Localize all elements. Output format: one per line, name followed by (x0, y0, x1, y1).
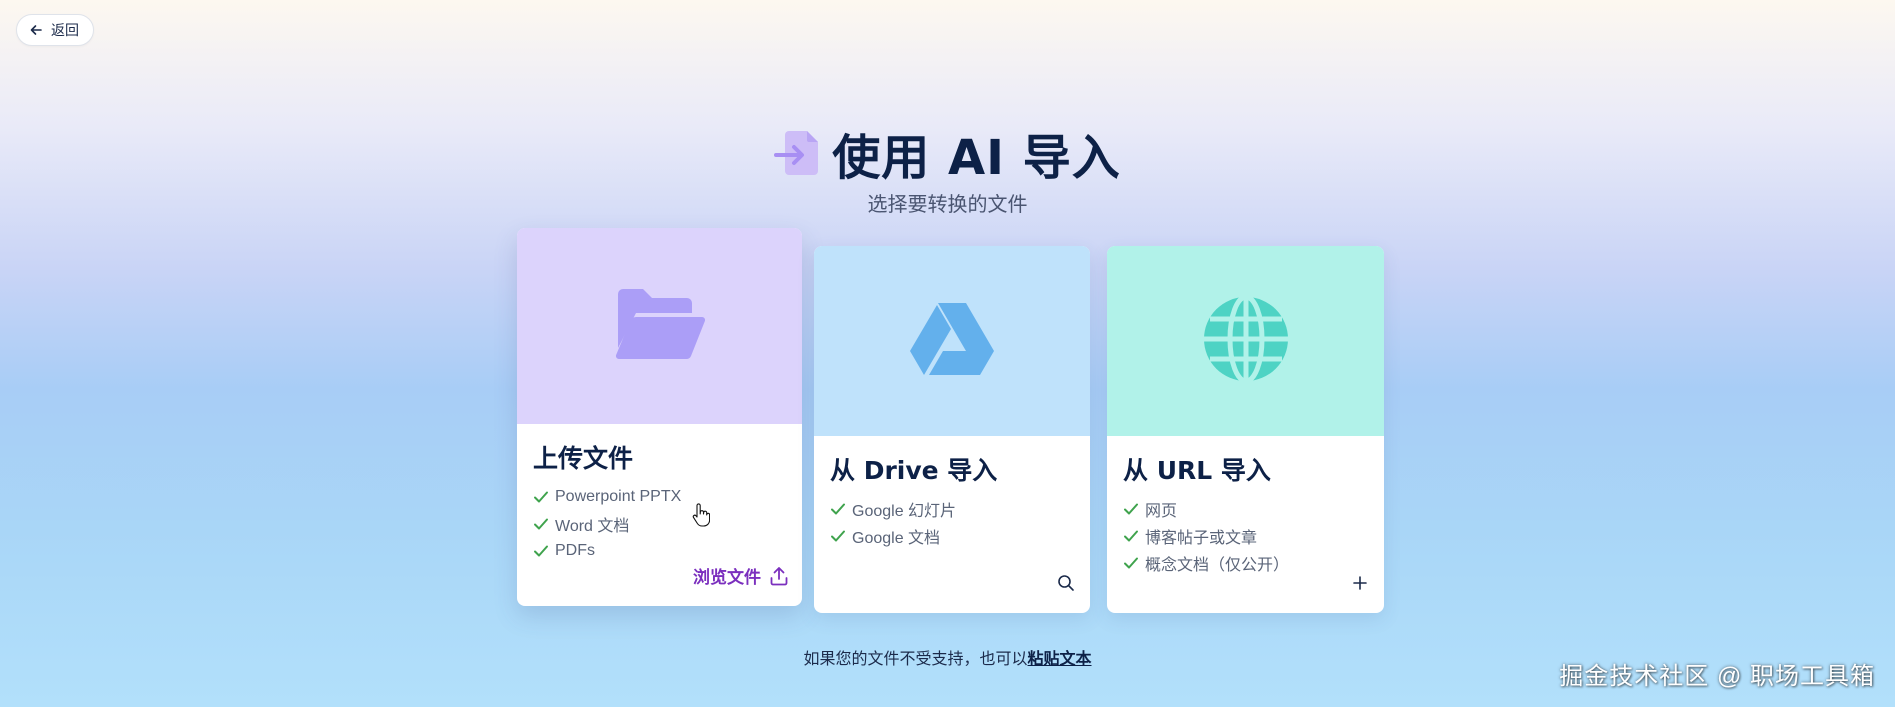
globe-icon (1202, 294, 1290, 388)
card-title: 从 URL 导入 (1123, 456, 1271, 485)
upload-card-body: 上传文件 Powerpoint PPTX Word 文档 PDFs 浏览文件 (517, 424, 802, 606)
feature-label: PDFs (555, 541, 595, 559)
check-icon (1123, 555, 1139, 571)
list-item: 网页 (1123, 495, 1368, 522)
page-subtitle: 选择要转换的文件 (867, 194, 1028, 216)
feature-list: Powerpoint PPTX Word 文档 PDFs (533, 483, 786, 564)
list-item: Powerpoint PPTX (533, 483, 786, 510)
list-item: Word 文档 (533, 510, 786, 537)
page-header: 使用 AI 导入 (0, 118, 1895, 188)
folder-open-icon (614, 288, 706, 365)
drive-card-hero (814, 246, 1090, 436)
feature-list: 网页 博客帖子或文章 概念文档（仅公开） (1123, 495, 1368, 576)
list-item: Google 文档 (830, 522, 1074, 549)
url-card-body: 从 URL 导入 网页 博客帖子或文章 概念文档（仅公开） (1107, 436, 1384, 613)
file-import-icon (774, 128, 824, 178)
browse-files-button[interactable]: 浏览文件 (693, 563, 788, 588)
google-drive-icon (909, 301, 995, 382)
upload-icon (770, 566, 788, 586)
list-item: 博客帖子或文章 (1123, 522, 1368, 549)
feature-label: Google 幻灯片 (852, 502, 957, 520)
footer-text: 如果您的文件不受支持，也可以 (803, 651, 1028, 668)
feature-label: 博客帖子或文章 (1145, 529, 1258, 547)
back-button[interactable]: 返回 (16, 14, 94, 46)
list-item: Google 幻灯片 (830, 495, 1074, 522)
search-icon (1057, 574, 1075, 592)
arrow-left-icon (29, 23, 43, 37)
url-import-card[interactable]: 从 URL 导入 网页 博客帖子或文章 概念文档（仅公开） (1107, 246, 1384, 613)
card-title: 上传文件 (533, 444, 634, 473)
upload-card-hero (517, 228, 802, 424)
list-item: PDFs (533, 537, 786, 564)
check-icon (533, 516, 549, 532)
watermark: 掘金技术社区 @ 职场工具箱 (1559, 663, 1875, 690)
hand-pointer-cursor-icon (692, 503, 710, 527)
feature-label: 概念文档（仅公开） (1145, 556, 1290, 574)
drive-import-card[interactable]: 从 Drive 导入 Google 幻灯片 Google 文档 (814, 246, 1090, 613)
browse-files-label: 浏览文件 (693, 568, 761, 587)
check-icon (533, 489, 549, 505)
back-button-label: 返回 (51, 22, 79, 38)
check-icon (533, 543, 549, 559)
check-icon (1123, 501, 1139, 517)
card-title: 从 Drive 导入 (830, 456, 998, 485)
add-url-button[interactable] (1350, 573, 1370, 593)
check-icon (830, 501, 846, 517)
check-icon (830, 528, 846, 544)
search-button[interactable] (1056, 573, 1076, 593)
feature-label: 网页 (1145, 502, 1178, 520)
feature-label: Powerpoint PPTX (555, 487, 682, 505)
feature-label: Google 文档 (852, 529, 941, 547)
check-icon (1123, 528, 1139, 544)
plus-icon (1352, 575, 1368, 591)
feature-label: Word 文档 (555, 517, 630, 535)
url-card-hero (1107, 246, 1384, 436)
drive-card-body: 从 Drive 导入 Google 幻灯片 Google 文档 (814, 436, 1090, 613)
list-item: 概念文档（仅公开） (1123, 549, 1368, 576)
page-title: 使用 AI 导入 (832, 130, 1121, 186)
paste-text-link[interactable]: 粘贴文本 (1028, 651, 1092, 668)
upload-file-card[interactable]: 上传文件 Powerpoint PPTX Word 文档 PDFs 浏览文件 (517, 228, 802, 606)
feature-list: Google 幻灯片 Google 文档 (830, 495, 1074, 549)
